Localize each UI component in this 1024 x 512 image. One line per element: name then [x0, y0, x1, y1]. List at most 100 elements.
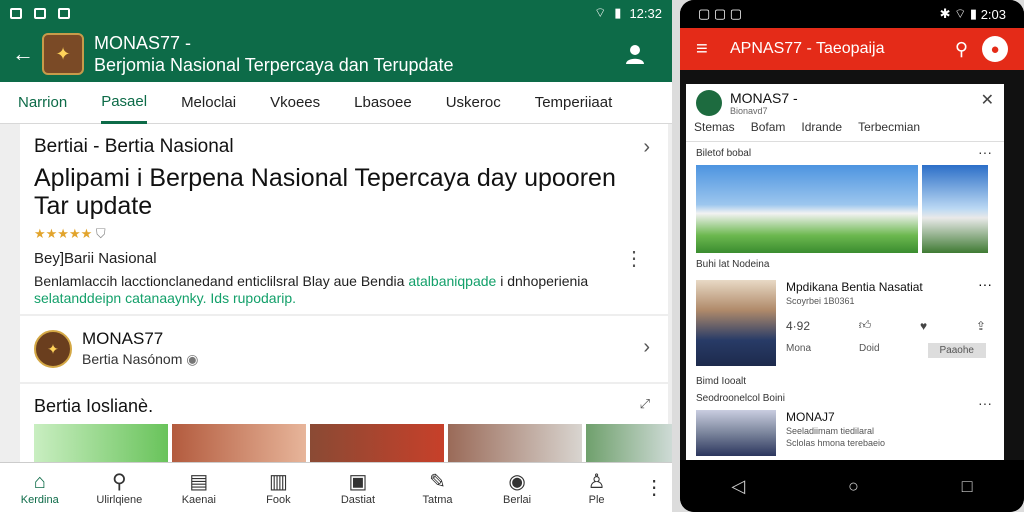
phone-mockup: ▢ ▢ ▢ ✱ ⌔ ▮ 2:03 ≡ APNAS77 - Taeopaija ⚲…	[680, 0, 1024, 512]
app-subtitle: Berjomia Nasional Terpercaya dan Terupda…	[94, 55, 454, 75]
back-arrow-icon[interactable]: ←	[12, 41, 42, 67]
chevron-right-icon[interactable]: ›	[643, 336, 650, 359]
featured-article-card[interactable]: Bertiai - Bertia Nasional › Aplipami i B…	[20, 124, 668, 314]
nav-profile[interactable]: ♙ Ple	[565, 470, 629, 506]
wifi-icon: ✱ ⌔ ▮	[939, 6, 981, 21]
app-title: MONAS77 -	[94, 33, 192, 53]
publisher-card[interactable]: ✦ MONAS77 Bertia Nasónom ◉ ›	[20, 316, 668, 382]
heart-icon[interactable]: ♥	[920, 319, 927, 333]
mail-icon	[34, 7, 46, 19]
nav-label: Kaenai	[181, 493, 216, 506]
tab-uskeroc[interactable]: Uskeroc	[446, 82, 501, 124]
count-label: 4·92	[786, 318, 811, 333]
action-label[interactable]: Mona	[786, 343, 811, 358]
news-thumbnail[interactable]	[172, 424, 306, 464]
desc-highlight-2: selatanddeipn catanaaynky. Ids rupodarip…	[34, 290, 297, 306]
app-title-block: MONAS77 - Berjomia Nasional Terpercaya d…	[94, 32, 454, 76]
more-vert-icon[interactable]: ⋮	[644, 476, 664, 500]
close-icon[interactable]: ✕	[981, 90, 994, 110]
expand-icon[interactable]: ⤢	[640, 396, 650, 412]
hero-image[interactable]	[922, 165, 988, 253]
news-thumbnail[interactable]	[310, 424, 444, 464]
news-title: Mpdikana Bentia Nasatiat	[786, 280, 923, 294]
news-line: Seeladiimam tiedilaral	[786, 426, 875, 436]
more-horiz-icon[interactable]: ···	[978, 276, 992, 292]
phone-tab[interactable]: Stemas	[694, 120, 735, 134]
recents-icon[interactable]: □	[962, 476, 973, 497]
more-horiz-icon[interactable]: ···	[978, 144, 992, 160]
action-button[interactable]: Paaohe	[927, 343, 986, 358]
book-icon: ▥	[268, 470, 288, 493]
publisher-name: MONAS77	[82, 329, 164, 348]
share-icon[interactable]: ⇪	[976, 319, 986, 333]
tab-temperiiaat[interactable]: Temperiiaat	[535, 82, 613, 124]
bottom-navigation: ⌂ Kerdina ⚲ Ulirlqiene ▤ Kaenai ▥ Fook ▣ Dast…	[0, 462, 672, 512]
phone-section-header: Seodroonelcol Boini ···	[686, 393, 1004, 411]
star-rating: ★★★★★	[34, 226, 93, 241]
article-headline: Aplipami i Berpena Nasional Tepercaya da…	[34, 164, 616, 220]
rating-stars: ★★★★★ ⛉	[34, 226, 654, 242]
like-icon[interactable]: 👍︎	[859, 318, 872, 333]
account-icon[interactable]: ●	[982, 36, 1008, 62]
nav-chat[interactable]: ▣ Dastiat	[326, 470, 390, 506]
phone-tab[interactable]: Terbecmian	[858, 120, 920, 134]
publisher-subtitle-text: Bertia Nasónom	[82, 351, 183, 367]
news-photo	[696, 280, 776, 366]
publisher-avatar: ✦	[34, 330, 72, 368]
phone-content: MONAS7 - Bionavd7 ✕ Stemas Bofam Idrande…	[686, 84, 1004, 460]
chevron-right-icon[interactable]: ›	[643, 136, 650, 159]
category-tabs: Narrion Pasael Meloclai Vkoees Lbasoee U…	[0, 82, 672, 124]
tab-pasael[interactable]: Pasael	[101, 82, 148, 124]
hero-image[interactable]	[696, 165, 918, 253]
section-title: Seodroonelcol Boini	[696, 393, 785, 404]
section-title: Biletof bobal	[696, 148, 752, 159]
phone-time: 2:03	[980, 6, 1006, 22]
nav-book[interactable]: ▥ Fook	[246, 470, 310, 506]
wifi-icon: ⌔	[594, 5, 607, 20]
search-icon[interactable]: ⚲	[955, 39, 968, 60]
news-line: Sclolas hmona terebaeio	[786, 438, 886, 448]
phone-tab[interactable]: Bofam	[751, 120, 786, 134]
tab-lbasoee[interactable]: Lbasoee	[354, 82, 412, 124]
nav-label: Kerdina	[20, 493, 59, 506]
nav-label: Ulirlqiene	[96, 493, 143, 506]
news-thumbnail[interactable]	[34, 424, 168, 464]
more-vert-icon[interactable]: ⋮	[624, 246, 644, 271]
phone-news-item[interactable]: Mpdikana Bentia Nasatiat Scoyrbei 1B0361…	[686, 276, 1004, 370]
brand-logo	[696, 90, 722, 116]
tab-vkoees[interactable]: Vkoees	[270, 82, 320, 124]
tab-meloclai[interactable]: Meloclai	[181, 82, 236, 124]
home-icon[interactable]: ○	[848, 476, 859, 497]
action-label[interactable]: Doid	[859, 343, 880, 358]
more-horiz-icon[interactable]: ···	[978, 395, 992, 411]
back-icon[interactable]: ◁	[731, 476, 745, 497]
news-subtitle: Scoyrbei 1B0361	[786, 296, 855, 306]
tab-nasional[interactable]: Narrion	[18, 82, 67, 124]
phone-tabs: Stemas Bofam Idrande Terbecmian	[694, 120, 920, 134]
nav-news[interactable]: ▤ Kaenai	[167, 470, 231, 506]
nav-badge[interactable]: ◉ Berlai	[485, 470, 549, 506]
news-thumbnail[interactable]	[586, 424, 672, 464]
article-section-title: Bertiai - Bertia Nasional	[34, 136, 234, 157]
phone-news-item[interactable]: MONAJ7 Seeladiimam tiedilaral Sclolas hm…	[686, 410, 1004, 460]
phone-tab[interactable]: Idrande	[801, 120, 842, 134]
phone-app-bar: ≡ APNAS77 - Taeopaija ⚲ ●	[680, 28, 1024, 70]
edit-icon: ✎	[429, 470, 446, 493]
news-action-labels: Mona Doid Paaohe	[786, 343, 986, 358]
news-thumbnail[interactable]	[448, 424, 582, 464]
phone-section-header: Buhi lat Nodeina	[686, 253, 1004, 276]
news-photo	[696, 410, 776, 456]
nav-search[interactable]: ⚲ Ulirlqiene	[87, 470, 151, 506]
menu-icon[interactable]: ≡	[696, 38, 730, 61]
desc-part-b: i dnhoperienia	[500, 273, 589, 289]
signal-icon: ▮	[614, 5, 622, 20]
desc-part-a: Benlamlaccih lacctionclanedand enticlils…	[34, 273, 405, 289]
android-nav-bar: ◁ ○ □	[680, 460, 1024, 512]
message-icon	[58, 7, 70, 19]
nav-edit[interactable]: ✎ Tatma	[406, 470, 470, 506]
status-notification-icons	[10, 7, 70, 19]
desktop-app: ⌔ ▮ 12:32 ← ✦ MONAS77 - Berjomia Nasiona…	[0, 0, 672, 512]
account-icon[interactable]	[624, 43, 646, 65]
nav-home[interactable]: ⌂ Kerdina	[8, 470, 72, 506]
nav-label: Dastiat	[340, 493, 376, 506]
